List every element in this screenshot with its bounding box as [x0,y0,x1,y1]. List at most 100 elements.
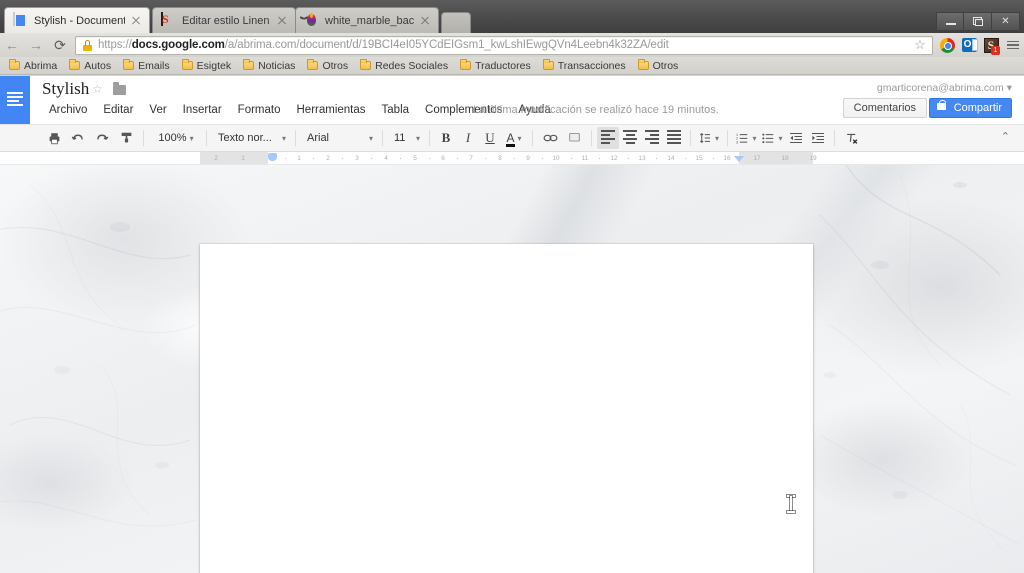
font-size-select[interactable]: 11 ▾ [388,128,424,148]
toolbar-divider [295,130,296,146]
folder-icon [637,59,649,70]
bold-button[interactable]: B [435,127,457,149]
browser-tab-0[interactable]: Stylish - Documentos de G [4,7,150,33]
bookmark-item[interactable]: Otros [633,58,684,74]
close-icon[interactable] [418,14,432,28]
redo-icon[interactable] [90,127,114,149]
left-indent-marker[interactable] [268,153,277,161]
outlook-extension-icon[interactable] [958,33,980,57]
chrome-extension-icon[interactable] [936,33,958,57]
zoom-select[interactable]: 100% ▾ [149,128,201,148]
folder-icon [123,59,135,70]
ruler-tick: 5 [413,155,417,162]
last-modified-status[interactable]: La última modificación se realizó hace 1… [473,104,719,116]
document-canvas[interactable] [0,165,1024,573]
chevron-down-icon: ▾ [415,133,420,143]
docs-ruler[interactable]: 2 1 1 2 3 4 5 6 7 8 9 10 11 12 13 14 15 … [0,152,1024,165]
document-title[interactable]: Stylish [42,79,89,99]
forward-arrow-icon: → [29,37,43,53]
underline-icon: U [485,130,495,145]
right-indent-marker[interactable] [734,156,744,162]
tab-title: Stylish - Documentos de G [34,14,125,27]
align-justify-icon[interactable] [663,127,685,149]
bookmark-item[interactable]: Redes Sociales [355,58,453,74]
folder-icon [69,59,81,70]
share-button[interactable]: Compartir [928,98,1012,118]
ruler-tick: 6 [441,155,445,162]
font-family-select[interactable]: Arial ▾ [301,128,377,148]
print-icon[interactable] [42,127,66,149]
increase-indent-icon[interactable] [807,127,829,149]
menu-editar[interactable]: Editar [95,102,141,118]
ruler-tick: 3 [355,155,359,162]
menu-formato[interactable]: Formato [230,102,289,118]
hamburger-menu-icon[interactable] [1002,33,1024,57]
navigation-toolbar: ← → ⟳ https://docs.google.com/a/abrima.c… [0,33,1024,57]
ruler-tick: 2 [326,155,330,162]
align-left-icon[interactable] [597,127,619,149]
decrease-indent-icon[interactable] [785,127,807,149]
docs-logo-icon[interactable] [0,76,30,124]
clear-formatting-icon[interactable] [840,127,864,149]
menu-ver[interactable]: Ver [141,102,174,118]
line-spacing-button[interactable]: ▾ [696,127,722,149]
chevron-down-icon: ▾ [1006,82,1012,94]
minimize-button[interactable] [936,12,964,31]
bookmark-item[interactable]: Autos [64,58,116,74]
bookmark-star-icon[interactable]: ☆ [911,36,929,55]
menu-tabla[interactable]: Tabla [374,102,418,118]
paragraph-style-select[interactable]: Texto nor... ▾ [212,128,290,148]
browser-window: Stylish - Documentos de G Editar estilo … [0,0,1024,573]
stylish-extension-icon[interactable]: 1 [980,33,1002,57]
menu-insertar[interactable]: Insertar [175,102,230,118]
bookmark-item[interactable]: Esigtek [177,58,236,74]
close-icon[interactable] [275,14,289,28]
align-center-icon[interactable] [619,127,641,149]
underline-button[interactable]: U [479,127,501,149]
close-button[interactable]: ✕ [992,12,1020,31]
paragraph-style-value: Texto nor... [218,132,272,144]
browser-tab-1[interactable]: Editar estilo Linen Backgro [152,7,296,33]
new-tab-button[interactable] [441,12,471,33]
bookmark-item[interactable]: Transacciones [538,58,631,74]
bulleted-list-button[interactable]: ▾ [759,127,785,149]
maximize-button[interactable] [964,12,992,31]
forward-button[interactable]: → [24,33,48,57]
move-to-folder-icon[interactable] [113,82,126,95]
share-button-label: Compartir [953,102,1002,114]
url-text: https://docs.google.com/a/abrima.com/doc… [98,39,669,51]
menu-archivo[interactable]: Archivo [41,102,95,118]
numbered-list-button[interactable]: 123 ▾ [733,127,759,149]
collapse-toolbar-icon[interactable]: ⌃ [1001,130,1010,143]
bookmark-item[interactable]: Noticias [238,58,300,74]
chevron-down-icon: ▾ [778,133,783,143]
back-button[interactable]: ← [0,33,24,57]
insert-link-icon[interactable] [538,127,562,149]
bookmark-item[interactable]: Traductores [455,58,536,74]
font-size-value: 11 [394,132,406,144]
menu-herramientas[interactable]: Herramientas [289,102,374,118]
ruler-right-margin [739,152,813,164]
document-page[interactable] [200,244,813,573]
address-bar[interactable]: https://docs.google.com/a/abrima.com/doc… [75,35,933,55]
ruler-tick: 2 [214,155,218,162]
close-icon[interactable] [129,14,143,28]
bookmark-item[interactable]: Abrima [4,58,62,74]
account-email[interactable]: gmarticorena@abrima.com ▾ [877,82,1012,94]
text-color-icon: A [506,130,515,147]
toolbar-divider [591,130,592,146]
comments-button[interactable]: Comentarios [842,98,927,118]
reload-button[interactable]: ⟳ [48,33,72,57]
star-icon[interactable]: ☆ [92,82,103,96]
align-right-icon[interactable] [641,127,663,149]
browser-tab-2[interactable]: white_marble_background [295,7,439,33]
add-comment-icon[interactable] [562,127,586,149]
ruler-tick: 14 [667,155,675,162]
paint-format-icon[interactable] [114,127,138,149]
bookmark-item[interactable]: Otros [302,58,353,74]
bookmark-label: Otros [652,59,679,72]
italic-button[interactable]: I [457,127,479,149]
text-color-button[interactable]: A ▾ [501,127,527,149]
bookmark-item[interactable]: Emails [118,58,175,74]
undo-icon[interactable] [66,127,90,149]
